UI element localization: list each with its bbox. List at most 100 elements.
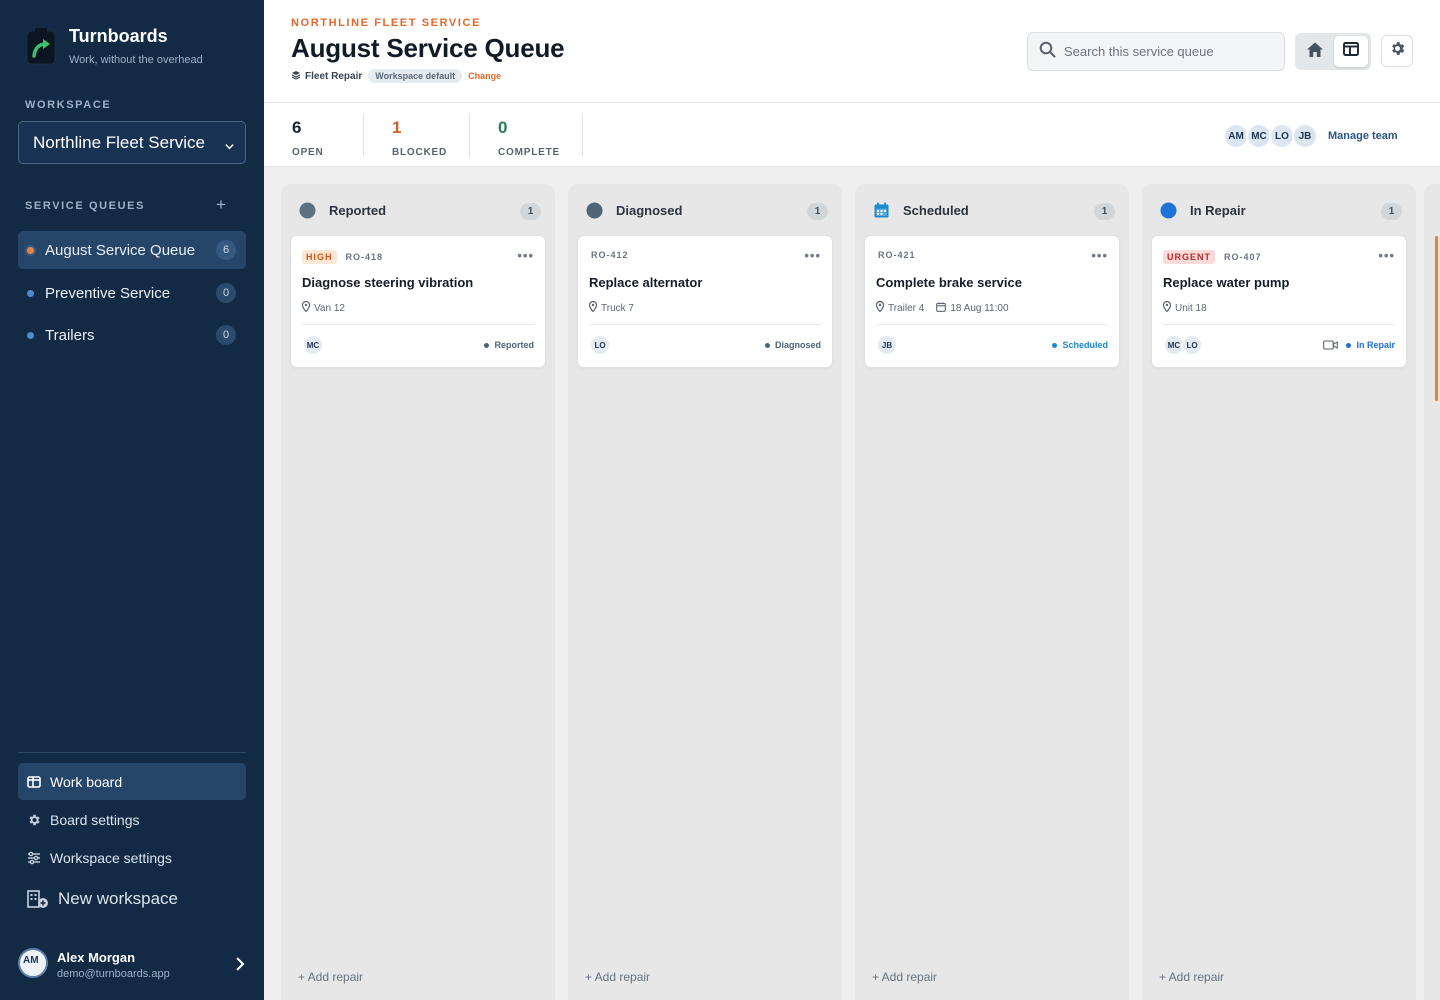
card-divider xyxy=(1163,324,1395,325)
queue-dot-icon xyxy=(27,331,34,339)
repair-card[interactable]: HIGH RO-418 ••• Diagnose steering vibrat… xyxy=(290,235,546,368)
queue-item-trailers[interactable]: Trailers 0 xyxy=(18,316,246,354)
column-header: In Repair 1 xyxy=(1160,202,1402,220)
building-add-icon xyxy=(27,889,49,909)
card-header: URGENT RO-407 xyxy=(1163,250,1262,264)
column-count: 1 xyxy=(1381,203,1402,220)
board-type: Fleet Repair xyxy=(291,70,362,83)
stat-label: OPEN xyxy=(292,147,324,158)
add-repair-button[interactable]: + Add repair xyxy=(872,970,937,984)
add-repair-button[interactable]: + Add repair xyxy=(1159,970,1224,984)
priority-badge: URGENT xyxy=(1163,250,1215,264)
brand[interactable]: Turnboards Work, without the overhead xyxy=(24,26,203,66)
search-icon xyxy=(1039,41,1056,63)
card-divider xyxy=(876,324,1108,325)
location-label: Unit 18 xyxy=(1175,302,1207,314)
repair-card[interactable]: RO-412 ••• Replace alternator Truck 7 LO… xyxy=(577,235,833,368)
calendar-icon xyxy=(936,301,947,315)
location-label: Van 12 xyxy=(314,302,345,314)
avatar: AM xyxy=(18,948,48,978)
queue-dot-icon xyxy=(27,246,34,254)
repair-order-id: RO-418 xyxy=(345,252,384,262)
queue-label: August Service Queue xyxy=(45,241,196,259)
nav-board-settings[interactable]: Board settings xyxy=(18,801,246,838)
stat-divider xyxy=(469,114,470,156)
card-meta: Truck 7 xyxy=(588,300,634,315)
nav-label: New workspace xyxy=(58,888,178,908)
stat-label: COMPLETE xyxy=(498,147,560,158)
board-type-label: Fleet Repair xyxy=(305,70,363,82)
user-profile[interactable]: AM Alex Morgan demo@turnboards.app xyxy=(18,948,246,982)
queue-item-august-service[interactable]: August Service Queue 6 xyxy=(18,231,246,269)
status-circle-icon xyxy=(586,202,603,219)
column-reported: Reported 1 HIGH RO-418 ••• Diagnose stee… xyxy=(281,184,555,1000)
nav-new-workspace[interactable]: New workspace xyxy=(18,880,246,917)
repair-card[interactable]: URGENT RO-407 ••• Replace water pump Uni… xyxy=(1151,235,1407,368)
nav-work-board[interactable]: Work board xyxy=(18,763,246,800)
column-header: Diagnosed 1 xyxy=(586,202,828,220)
more-options-icon[interactable]: ••• xyxy=(804,248,821,263)
card-header: HIGH RO-418 xyxy=(302,250,383,264)
stat-value: 1 xyxy=(392,118,402,137)
nav-label: Work board xyxy=(50,773,123,790)
app-tagline: Work, without the overhead xyxy=(69,54,203,66)
user-name: Alex Morgan xyxy=(57,950,136,965)
location-label: Trailer 4 xyxy=(888,302,925,314)
column-header: Reported 1 xyxy=(299,202,541,220)
column-title: Diagnosed xyxy=(616,203,683,218)
queue-label: Trailers xyxy=(45,326,95,344)
status-label: Reported xyxy=(484,340,534,350)
nav-workspace-settings[interactable]: Workspace settings xyxy=(18,839,246,876)
app-name: Turnboards xyxy=(69,26,168,46)
more-options-icon[interactable]: ••• xyxy=(1091,248,1108,263)
stat-open: 6 OPEN xyxy=(292,118,324,158)
add-repair-button[interactable]: + Add repair xyxy=(585,970,650,984)
card-divider xyxy=(589,324,821,325)
home-view-button[interactable] xyxy=(1298,36,1333,67)
sidebar: Turnboards Work, without the overhead WO… xyxy=(0,0,264,1000)
search-box[interactable] xyxy=(1027,32,1285,71)
board-meta: Fleet Repair Workspace default Change xyxy=(291,69,501,83)
avatar: LO xyxy=(589,334,611,356)
add-repair-button[interactable]: + Add repair xyxy=(298,970,363,984)
status-text: Scheduled xyxy=(1062,340,1108,350)
card-footer: LO Diagnosed xyxy=(589,334,821,356)
card-footer: MC Reported xyxy=(302,334,534,356)
board-view-button[interactable] xyxy=(1333,36,1368,67)
column-diagnosed: Diagnosed 1 RO-412 ••• Replace alternato… xyxy=(568,184,842,1000)
repair-card[interactable]: RO-421 ••• Complete brake service Traile… xyxy=(864,235,1120,368)
column-header: Scheduled 1 xyxy=(873,202,1115,220)
card-header: RO-412 xyxy=(589,250,629,260)
calendar-icon xyxy=(873,202,890,219)
status-label: Diagnosed xyxy=(764,340,821,350)
stat-label: BLOCKED xyxy=(392,147,448,158)
avatar: JB xyxy=(1292,123,1318,149)
manage-team-link[interactable]: Manage team xyxy=(1328,130,1398,142)
more-options-icon[interactable]: ••• xyxy=(517,248,534,263)
workspace-select[interactable]: Northline Fleet Service xyxy=(18,121,246,164)
status-text: Reported xyxy=(494,340,534,350)
stat-divider xyxy=(363,114,364,156)
video-icon[interactable] xyxy=(1323,340,1339,350)
card-meta: Van 12 xyxy=(301,300,345,315)
more-options-icon[interactable]: ••• xyxy=(1378,248,1395,263)
add-queue-button[interactable]: + xyxy=(216,196,226,214)
status-dot-icon xyxy=(764,342,770,348)
status-label: In Repair xyxy=(1346,340,1395,350)
sliders-icon xyxy=(27,851,41,865)
avatar: JB xyxy=(876,334,898,356)
board-icon xyxy=(27,775,41,789)
search-input[interactable] xyxy=(1064,44,1264,59)
queue-item-preventive-service[interactable]: Preventive Service 0 xyxy=(18,274,246,312)
repair-order-id: RO-412 xyxy=(591,250,629,260)
queue-label: Preventive Service xyxy=(45,284,171,302)
workspace-default-badge: Workspace default xyxy=(368,69,463,83)
change-board-type-link[interactable]: Change xyxy=(468,71,501,81)
board-settings-button[interactable] xyxy=(1381,35,1413,67)
queue-count: 0 xyxy=(216,325,236,345)
card-header: RO-421 xyxy=(876,250,916,260)
card-meta: Unit 18 xyxy=(1162,300,1207,315)
team-members[interactable]: AM MC LO JB Manage team xyxy=(1223,123,1398,149)
workspace-eyebrow: NORTHLINE FLEET SERVICE xyxy=(291,17,481,29)
card-title: Replace water pump xyxy=(1163,275,1290,290)
